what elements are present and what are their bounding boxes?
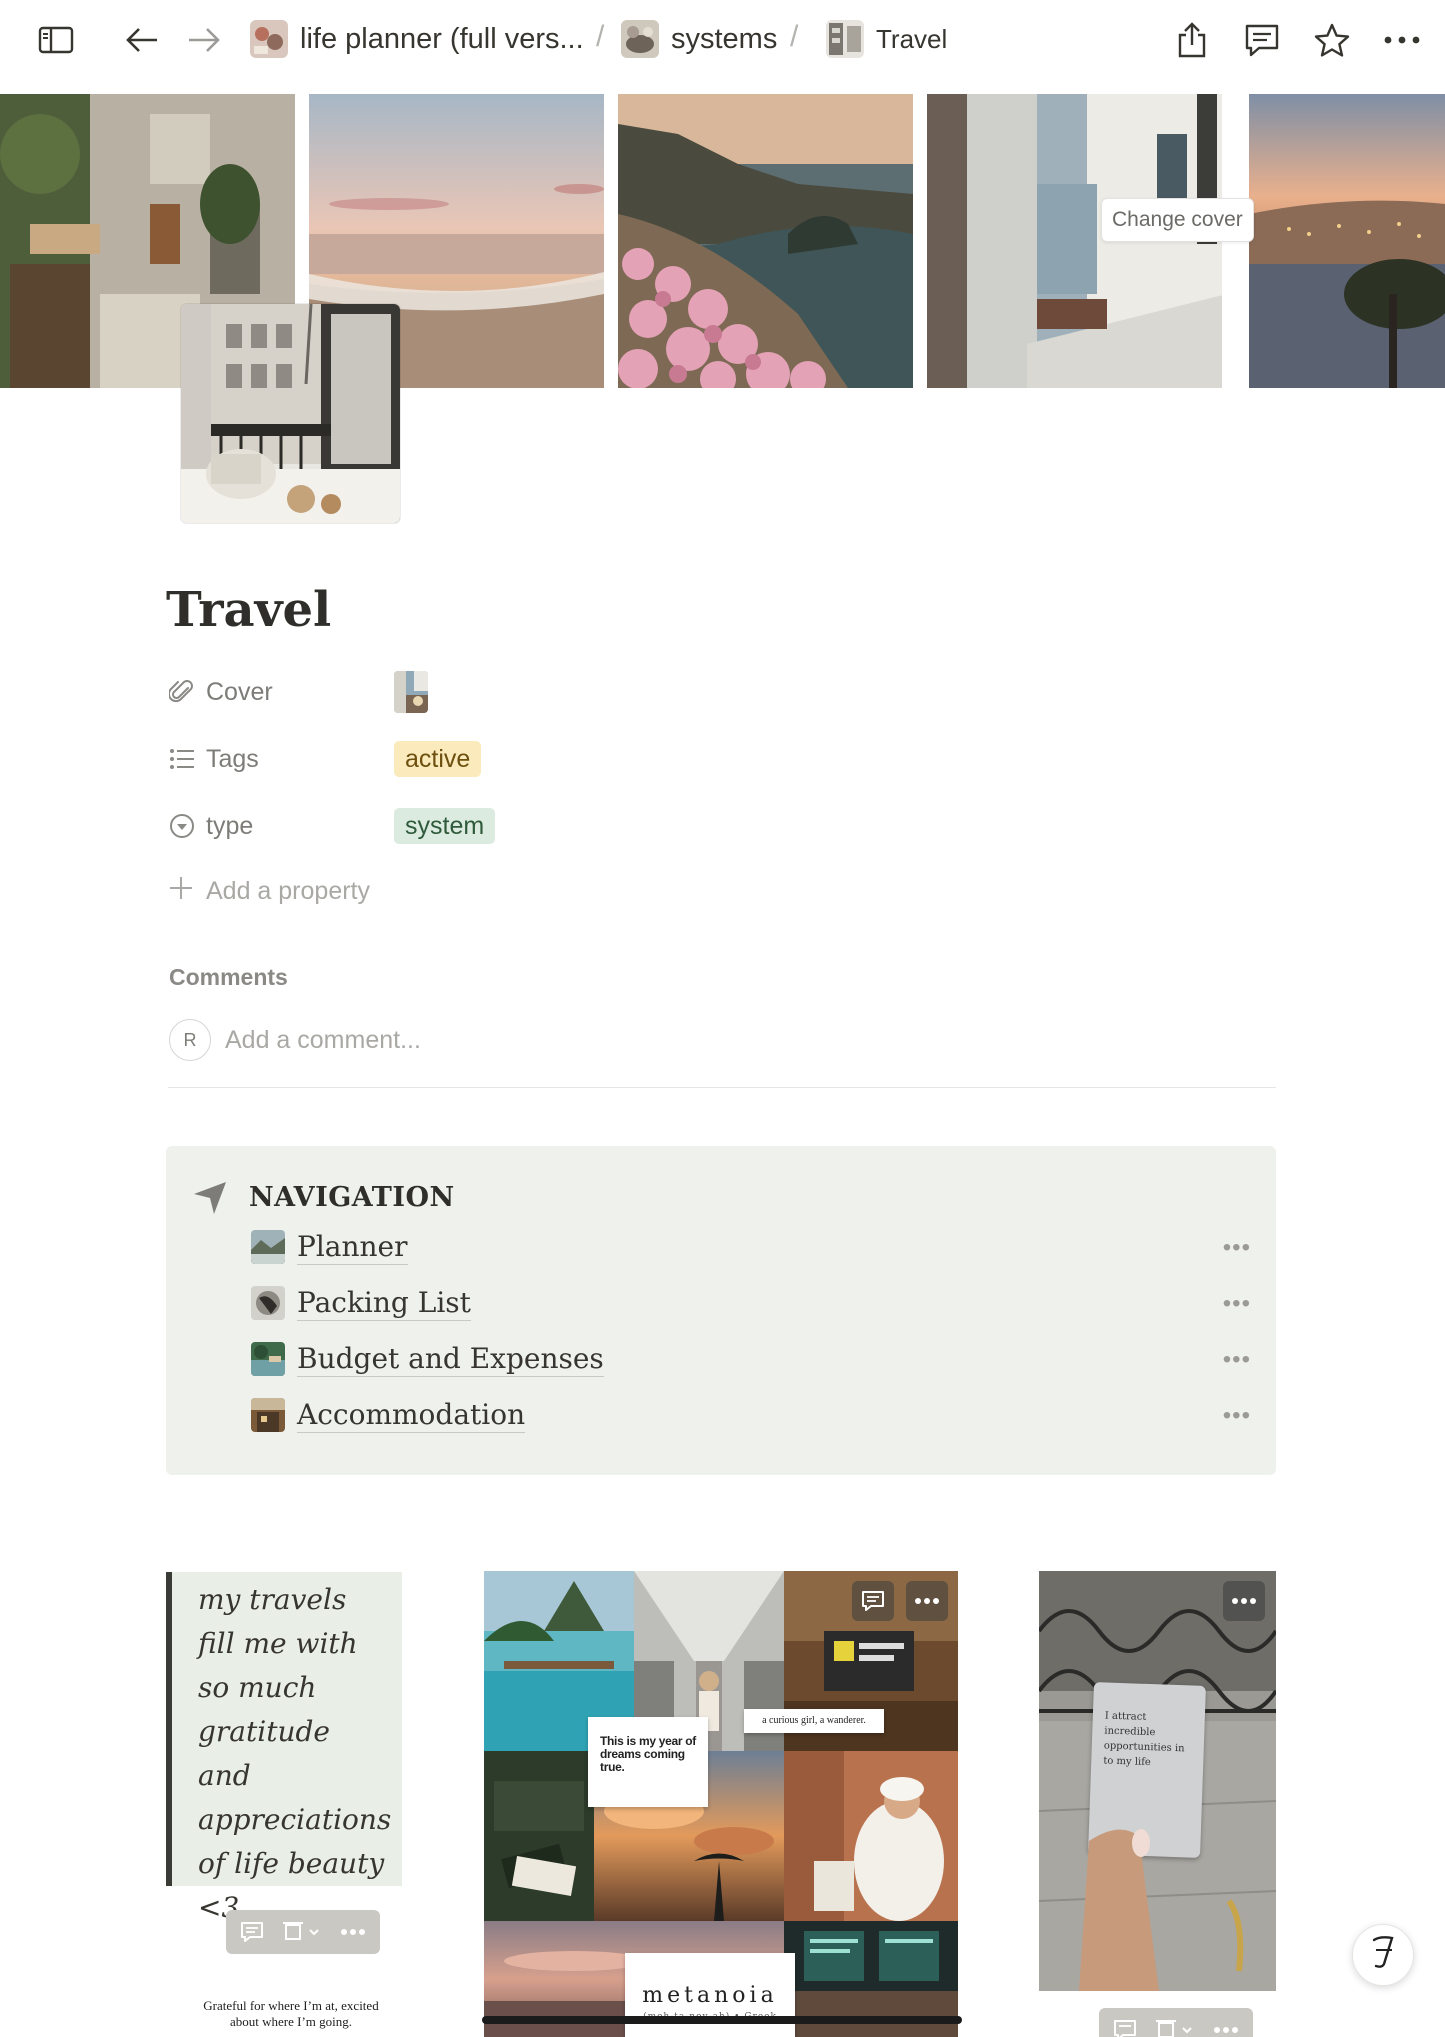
nav-link-label[interactable]: Budget and Expenses xyxy=(297,1342,604,1377)
favorite-star-icon[interactable] xyxy=(1310,18,1354,62)
comment-icon[interactable] xyxy=(852,1581,894,1621)
navigation-heading: NAVIGATION xyxy=(249,1182,455,1213)
block-toolbar xyxy=(1099,2008,1253,2037)
more-options-icon[interactable]: ••• xyxy=(1223,1346,1251,1374)
more-options-icon[interactable] xyxy=(1223,1581,1265,1621)
planner-thumbnail xyxy=(251,1230,285,1264)
collage-photo-robe-coffee xyxy=(784,1751,958,1921)
property-label: Tags xyxy=(206,744,259,773)
property-type[interactable]: type system xyxy=(168,804,496,848)
breadcrumb-life-planner[interactable]: life planner (full vers... xyxy=(250,17,584,61)
property-cover[interactable]: Cover xyxy=(168,670,428,714)
align-dropdown-icon[interactable] xyxy=(282,1921,322,1943)
sidebar-toggle-icon[interactable] xyxy=(34,18,78,62)
nav-item-packing-list[interactable]: Packing List ••• xyxy=(251,1280,1251,1326)
breadcrumb-label: life planner (full vers... xyxy=(300,22,584,55)
horizontal-scrollbar[interactable] xyxy=(482,2016,962,2024)
nav-link-label[interactable]: Packing List xyxy=(297,1286,471,1321)
wanderer-note: a curious girl, a wanderer. xyxy=(744,1709,884,1733)
metanoia-note: metanoia (meh-ta-noy-ah) • Greek xyxy=(625,1953,795,2037)
comments-heading: Comments xyxy=(169,964,288,990)
comment-icon[interactable] xyxy=(240,1921,264,1943)
nav-item-planner[interactable]: Planner ••• xyxy=(251,1224,1251,1270)
metanoia-word: metanoia xyxy=(642,1983,778,2008)
more-options-icon[interactable]: ••• xyxy=(1223,1290,1251,1318)
property-label: Cover xyxy=(206,677,273,706)
assistant-icon xyxy=(1366,1932,1400,1979)
breadcrumb-travel[interactable]: Travel xyxy=(826,17,947,61)
property-tags[interactable]: Tags active xyxy=(168,737,482,781)
property-label: type xyxy=(206,811,254,840)
back-arrow-icon[interactable] xyxy=(120,18,164,62)
systems-thumbnail xyxy=(621,20,659,58)
accommodation-thumbnail xyxy=(251,1398,285,1432)
life-planner-thumbnail xyxy=(250,20,288,58)
add-property-button[interactable]: Add a property xyxy=(168,875,370,908)
breadcrumb-label: Travel xyxy=(876,23,948,54)
nav-link-label[interactable]: Accommodation xyxy=(297,1398,526,1433)
dreams-note: This is my year of dreams coming true. xyxy=(588,1717,708,1807)
comments-icon[interactable] xyxy=(1240,18,1284,62)
more-options-icon[interactable] xyxy=(1213,2026,1239,2034)
hand-graphic xyxy=(1079,1829,1159,1991)
list-icon xyxy=(168,745,196,773)
nav-link-label[interactable]: Planner xyxy=(297,1230,408,1265)
affirmation-text: I attract incredible opportunities in to… xyxy=(1103,1710,1185,1769)
comment-composer[interactable]: R Add a comment... xyxy=(169,1019,421,1061)
more-options-icon[interactable] xyxy=(340,1928,366,1936)
vision-board-collage[interactable]: a curious girl, a wanderer. This is my y… xyxy=(484,1571,958,2037)
quote-text: my travels fill me with so much gratitud… xyxy=(198,1583,392,1924)
more-options-icon[interactable]: ••• xyxy=(1223,1402,1251,1430)
assistant-button[interactable] xyxy=(1352,1924,1414,1986)
affirmation-card-photo[interactable]: I attract incredible opportunities in to… xyxy=(1039,1571,1276,1991)
cover-thumbnail[interactable] xyxy=(394,671,428,713)
breadcrumb-separator: / xyxy=(596,20,605,53)
avatar: R xyxy=(169,1019,211,1061)
paperclip-icon xyxy=(168,678,196,706)
forward-arrow-icon[interactable] xyxy=(182,18,226,62)
tag-active[interactable]: active xyxy=(394,741,482,777)
page-icon-photo[interactable] xyxy=(181,304,400,523)
select-icon xyxy=(168,812,196,840)
breadcrumb-systems[interactable]: systems xyxy=(621,17,777,61)
navigation-callout: NAVIGATION Planner ••• Packing List ••• … xyxy=(166,1146,1276,1475)
page-title[interactable]: Travel xyxy=(166,582,331,638)
quote-block[interactable]: my travels fill me with so much gratitud… xyxy=(166,1572,402,1924)
tag-system[interactable]: system xyxy=(394,808,496,844)
block-toolbar xyxy=(226,1910,380,1954)
plus-icon xyxy=(168,875,194,908)
more-options-icon[interactable] xyxy=(1380,18,1424,62)
add-property-label: Add a property xyxy=(206,877,370,905)
change-cover-button[interactable]: Change cover xyxy=(1101,198,1254,242)
cover-photo-cliffs xyxy=(618,94,913,388)
share-icon[interactable] xyxy=(1170,18,1214,62)
more-options-icon[interactable] xyxy=(906,1581,948,1621)
location-arrow-icon xyxy=(192,1180,228,1221)
breadcrumb-separator: / xyxy=(790,20,799,53)
travel-thumbnail xyxy=(826,20,864,58)
grateful-caption: Grateful for where I’m at, excited about… xyxy=(203,1998,379,2029)
top-bar: life planner (full vers... / systems / T… xyxy=(0,0,1445,94)
align-dropdown-icon[interactable] xyxy=(1155,2019,1195,2037)
collage-photo-tickets xyxy=(484,1751,594,1921)
packing-list-thumbnail xyxy=(251,1286,285,1320)
divider xyxy=(168,1087,1276,1088)
nav-item-accommodation[interactable]: Accommodation ••• xyxy=(251,1392,1251,1438)
comment-icon[interactable] xyxy=(1113,2019,1137,2037)
nav-item-budget-and-expenses[interactable]: Budget and Expenses ••• xyxy=(251,1336,1251,1382)
budget-thumbnail xyxy=(251,1342,285,1376)
cover-photo-harbour xyxy=(1249,94,1445,388)
more-options-icon[interactable]: ••• xyxy=(1223,1234,1251,1262)
breadcrumb-label: systems xyxy=(671,22,778,55)
comment-input[interactable]: Add a comment... xyxy=(225,1026,421,1055)
